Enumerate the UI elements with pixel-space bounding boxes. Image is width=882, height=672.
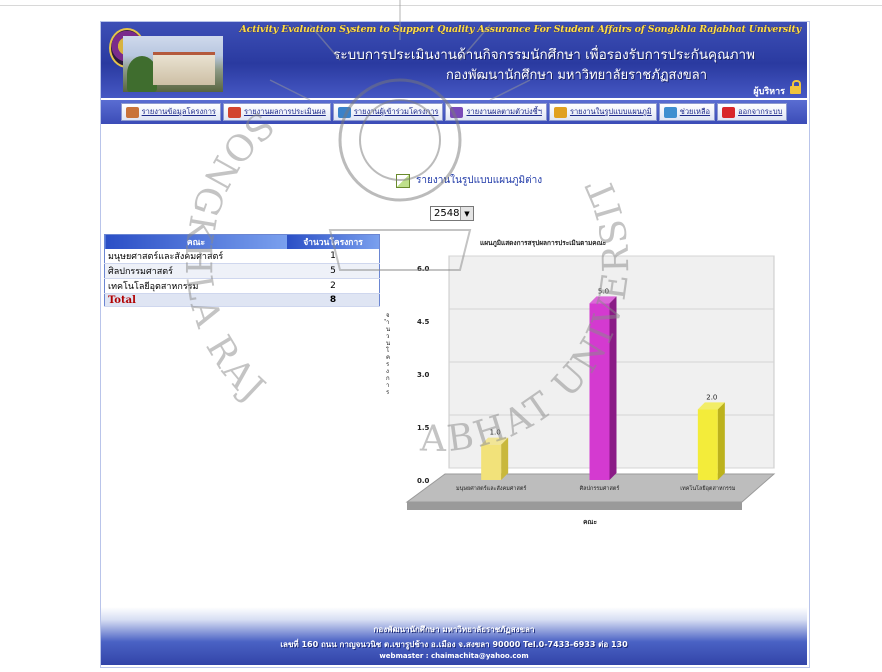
bar-chart: 0.0 1.5 3.0 4.5 6.0 1.0 มนุษยศาสตร์และสังคมศาส… (405, 255, 776, 526)
chart-x-axis-label: คณะ (583, 518, 597, 526)
footer-webmaster-link[interactable]: webmaster : chaimachita@yahoo.com (101, 652, 807, 660)
bar (481, 444, 502, 480)
x-tick-label: มนุษยศาสตร์และสังคมศาสตร์ (456, 485, 526, 492)
footer-org: กองพัฒนานักศึกษา มหาวิทยาลัยราชภัฏสงขลา (373, 625, 535, 634)
chart-floor-edge (407, 502, 742, 510)
bar-side (609, 296, 617, 480)
site-footer: กองพัฒนานักศึกษา มหาวิทยาลัยราชภัฏสงขลา … (101, 607, 807, 665)
bar-value-label: 5.0 (598, 287, 609, 295)
bar-side (501, 437, 509, 480)
y-tick-label: 0.0 (417, 477, 430, 485)
y-tick-label: 3.0 (417, 371, 430, 379)
x-tick-label: เทคโนโลยีอุตสาหกรรม (680, 484, 736, 492)
bar (589, 303, 610, 480)
x-tick-label: ศิลปกรรมศาสตร์ (579, 485, 619, 492)
bar-side (717, 402, 725, 480)
bar-value-label: 1.0 (490, 429, 501, 437)
y-tick-label: 6.0 (417, 265, 430, 273)
y-tick-label: 1.5 (417, 424, 430, 432)
y-tick-label: 4.5 (417, 318, 430, 326)
footer-address: เลขที่ 160 ถนน กาญจนวนิช ต.เขารูปช้าง อ.… (280, 640, 628, 649)
bar (697, 409, 718, 480)
bar-value-label: 2.0 (706, 393, 717, 401)
